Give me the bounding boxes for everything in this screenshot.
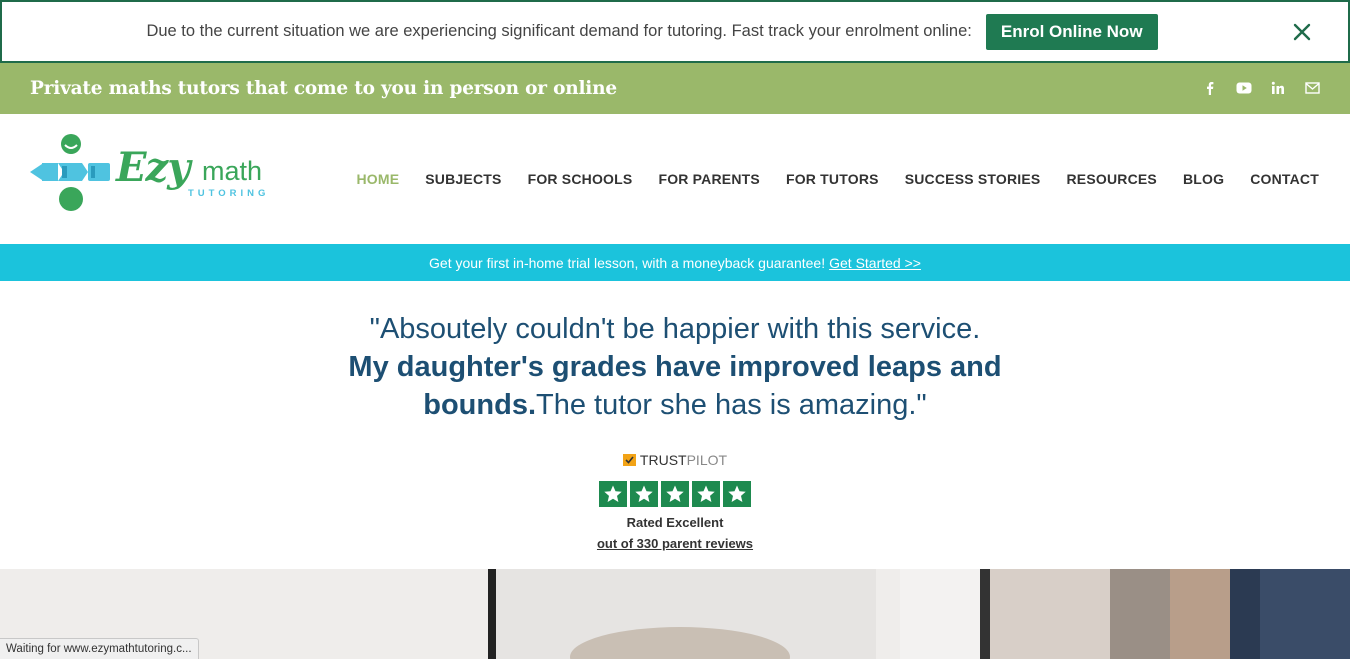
main-nav: HOME SUBJECTS FOR SCHOOLS FOR PARENTS FO… <box>356 171 1319 187</box>
browser-status-bar: Waiting for www.ezymathtutoring.c... <box>0 638 199 659</box>
nav-item-success-stories[interactable]: SUCCESS STORIES <box>905 171 1041 187</box>
rating-label: Rated Excellent <box>626 515 724 530</box>
social-links <box>1202 80 1320 96</box>
trustpilot-brand-a: TRUST <box>639 452 687 468</box>
star-icon <box>692 481 720 507</box>
announcement-text: Due to the current situation we are expe… <box>146 22 972 40</box>
logo-subtitle: TUTORING <box>188 188 270 199</box>
ezymath-logo[interactable]: Ezy math TUTORING <box>28 132 288 212</box>
quote-line-3-bold: bounds. <box>423 389 537 421</box>
trustpilot-logo[interactable]: TRUSTPILOT <box>622 452 728 468</box>
get-started-link[interactable]: Get Started >> <box>829 255 921 271</box>
nav-item-resources[interactable]: RESOURCES <box>1066 171 1156 187</box>
nav-item-home[interactable]: HOME <box>356 171 399 187</box>
enrol-online-button[interactable]: Enrol Online Now <box>985 13 1158 50</box>
close-icon[interactable] <box>1292 22 1312 42</box>
nav-item-for-tutors[interactable]: FOR TUTORS <box>786 171 879 187</box>
quote-line-1: "Absoutely couldn't be happier with this… <box>369 313 981 345</box>
logo-word: Ezy <box>116 144 190 191</box>
promo-bar: Get your first in-home trial lesson, wit… <box>0 244 1350 281</box>
announcement-bar: Due to the current situation we are expe… <box>0 0 1350 63</box>
nav-item-blog[interactable]: BLOG <box>1183 171 1224 187</box>
site-header: Ezy math TUTORING HOME SUBJECTS FOR SCHO… <box>0 114 1350 244</box>
nav-item-subjects[interactable]: SUBJECTS <box>425 171 501 187</box>
nav-item-for-parents[interactable]: FOR PARENTS <box>658 171 760 187</box>
star-icon <box>661 481 689 507</box>
promo-text: Get your first in-home trial lesson, wit… <box>429 254 826 271</box>
facebook-icon[interactable] <box>1202 80 1218 96</box>
star-icon <box>723 481 751 507</box>
tagline-text: Private maths tutors that come to you in… <box>30 78 617 99</box>
star-icon <box>630 481 658 507</box>
nav-item-contact[interactable]: CONTACT <box>1250 171 1319 187</box>
reviews-link[interactable]: out of 330 parent reviews <box>597 536 753 551</box>
hero-photo <box>0 569 1350 659</box>
nav-item-for-schools[interactable]: FOR SCHOOLS <box>528 171 633 187</box>
quote-line-2: My daughter's grades have improved leaps… <box>348 351 1002 383</box>
trustpilot-widget: TRUSTPILOT Rated Excellent out of 330 pa… <box>0 452 1350 553</box>
linkedin-icon[interactable] <box>1270 80 1286 96</box>
tagline-bar: Private maths tutors that come to you in… <box>0 63 1350 114</box>
logo-word-math: math <box>202 156 263 186</box>
quote-line-3: bounds.The tutor she has is amazing." <box>0 386 1350 424</box>
trustpilot-brand-b: PILOT <box>686 452 728 468</box>
star-icon <box>599 481 627 507</box>
youtube-icon[interactable] <box>1236 80 1252 96</box>
logo-mark-icon <box>30 134 110 211</box>
star-rating <box>0 481 1350 507</box>
mail-icon[interactable] <box>1304 80 1320 96</box>
quote-line-3-rest: The tutor she has is amazing." <box>536 389 927 421</box>
trustpilot-icon <box>622 454 636 466</box>
testimonial: "Absoutely couldn't be happier with this… <box>0 310 1350 424</box>
